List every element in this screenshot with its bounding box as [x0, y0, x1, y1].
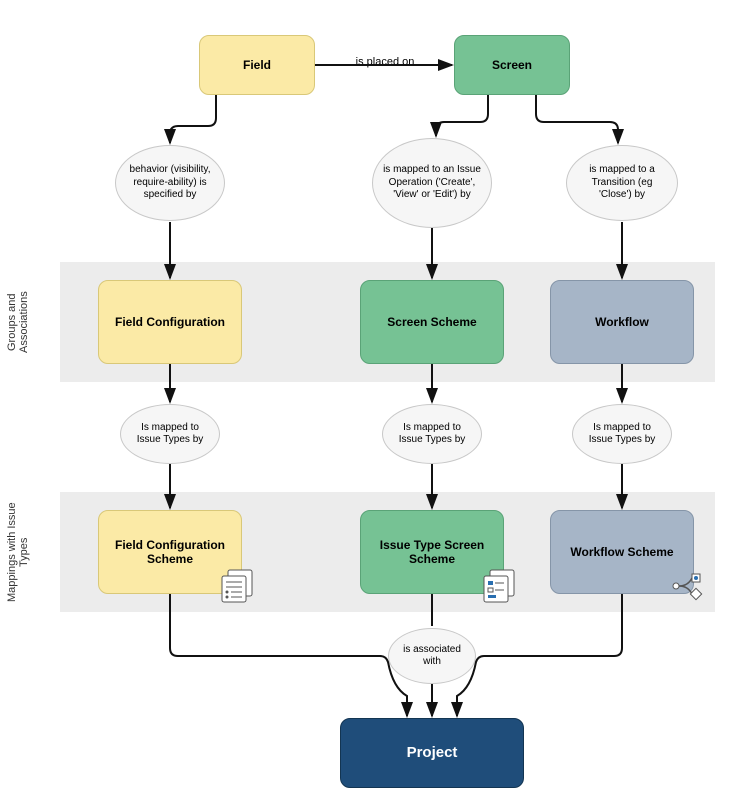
node-screen: Screen: [454, 35, 570, 95]
node-field-config-label: Field Configuration: [115, 315, 225, 329]
node-field-config: Field Configuration: [98, 280, 242, 364]
edge-transition: is mapped to a Transition (eg 'Close') b…: [566, 145, 678, 221]
edge-field-behavior: behavior (visibility, require-ability) i…: [115, 145, 225, 221]
node-project: Project: [340, 718, 524, 788]
node-field-config-scheme-label: Field Configuration Scheme: [105, 538, 235, 567]
node-field: Field: [199, 35, 315, 95]
node-project-label: Project: [407, 744, 458, 762]
edge-placed-on-label: is placed on: [320, 56, 450, 68]
node-issue-type-screen-scheme: Issue Type Screen Scheme: [360, 510, 504, 594]
band-groups-label: Groups and Associations: [8, 262, 28, 382]
node-screen-scheme: Screen Scheme: [360, 280, 504, 364]
node-field-config-scheme: Field Configuration Scheme: [98, 510, 242, 594]
edge-mapped-issue-types-2: Is mapped to Issue Types by: [382, 404, 482, 464]
node-screen-scheme-label: Screen Scheme: [387, 315, 476, 329]
edge-associated-with-label: is associated with: [397, 644, 467, 669]
edge-transition-label: is mapped to a Transition (eg 'Close') b…: [575, 164, 669, 202]
band-mappings-label: Mappings with Issue Types: [8, 492, 28, 612]
node-issue-type-screen-scheme-label: Issue Type Screen Scheme: [367, 538, 497, 567]
node-workflow-scheme: Workflow Scheme: [550, 510, 694, 594]
edge-field-behavior-label: behavior (visibility, require-ability) i…: [124, 164, 216, 202]
edge-mapped-issue-types-2-label: Is mapped to Issue Types by: [391, 422, 473, 447]
edge-issue-op-label: is mapped to an Issue Operation ('Create…: [381, 164, 483, 202]
node-workflow: Workflow: [550, 280, 694, 364]
node-workflow-scheme-label: Workflow Scheme: [570, 545, 673, 559]
edge-associated-with: is associated with: [388, 628, 476, 684]
edge-mapped-issue-types-1: Is mapped to Issue Types by: [120, 404, 220, 464]
edge-issue-op: is mapped to an Issue Operation ('Create…: [372, 138, 492, 228]
node-field-label: Field: [243, 58, 271, 72]
node-workflow-label: Workflow: [595, 315, 649, 329]
edge-mapped-issue-types-3: Is mapped to Issue Types by: [572, 404, 672, 464]
edge-mapped-issue-types-3-label: Is mapped to Issue Types by: [581, 422, 663, 447]
edge-mapped-issue-types-1-label: Is mapped to Issue Types by: [129, 422, 211, 447]
node-screen-label: Screen: [492, 58, 532, 72]
